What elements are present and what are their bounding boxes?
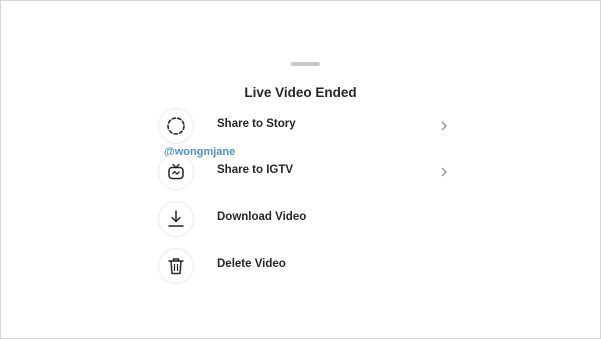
chevron-right-icon <box>441 167 447 177</box>
sheet-grabber[interactable] <box>291 62 320 66</box>
delete-video-label: Delete Video <box>217 258 286 270</box>
story-ring-icon <box>158 108 194 144</box>
bottom-sheet: Live Video Ended Share to Story @wongmja… <box>0 0 601 339</box>
delete-video-button[interactable]: Delete Video <box>156 246 456 286</box>
chevron-right-icon <box>441 121 447 131</box>
download-video-label: Download Video <box>217 211 307 223</box>
sheet-title: Live Video Ended <box>244 85 357 100</box>
download-video-button[interactable]: Download Video <box>156 199 456 239</box>
share-to-igtv-button[interactable]: Share to IGTV <box>156 152 456 192</box>
download-icon <box>158 201 194 237</box>
share-to-story-button[interactable]: Share to Story <box>156 106 456 146</box>
igtv-icon <box>158 154 194 190</box>
share-to-igtv-label: Share to IGTV <box>217 164 294 176</box>
share-to-story-label: Share to Story <box>217 118 296 130</box>
trash-icon <box>158 248 194 284</box>
